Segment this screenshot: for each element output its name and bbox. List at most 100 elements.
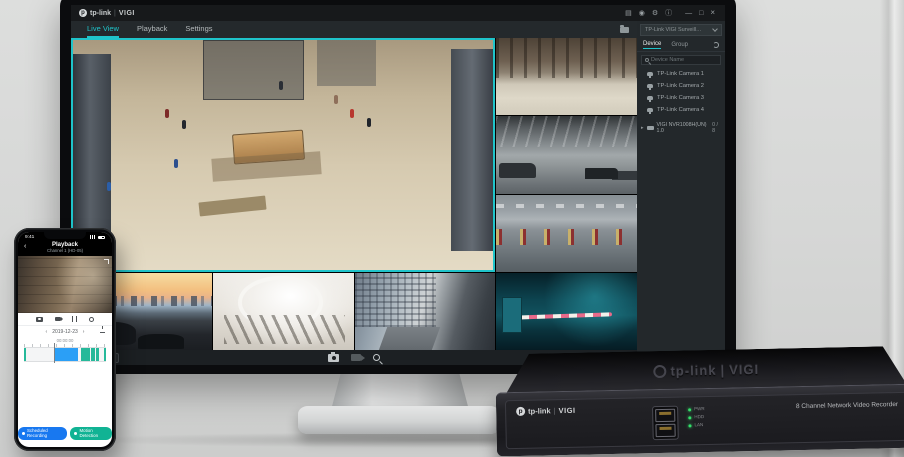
nvr-list-item[interactable]: ▸ VIGI NVR1008H(UN) 1.0 0 / 8: [637, 116, 725, 137]
app-body: Live View Playback Settings: [71, 21, 725, 365]
pause-icon[interactable]: [72, 316, 77, 322]
timeline-playhead[interactable]: [54, 343, 55, 363]
usb-ports: [652, 406, 679, 441]
restore-button[interactable]: □: [697, 10, 705, 17]
server-dropdown[interactable]: TP-Link VIGI Surveill…: [640, 24, 722, 36]
brand-name: tp-link: [90, 10, 111, 17]
device-sidebar: TP-Link VIGI Surveill… Device Group: [637, 21, 725, 365]
gear-icon[interactable]: ⚙: [650, 10, 660, 17]
legend-dot-icon: [74, 432, 77, 435]
usb-port-icon: [655, 409, 675, 422]
scene-prop: [174, 159, 178, 168]
tab-playback[interactable]: Playback: [137, 21, 167, 38]
server-dropdown-label: TP-Link VIGI Surveill…: [645, 27, 702, 33]
phone-notch: [44, 232, 86, 239]
led-indicators: PWR HDD LAN: [688, 407, 705, 428]
zoom-icon[interactable]: [373, 354, 380, 361]
titlebar: p tp-link | VIGI ▤ ◉ ⚙ ⓘ — □ ×: [71, 5, 725, 21]
camera-list-item-3[interactable]: TP-Link Camera 3: [637, 92, 725, 104]
camera-feed-parking[interactable]: [496, 195, 637, 272]
prev-date-button[interactable]: ‹: [46, 329, 48, 335]
status-icon[interactable]: ◉: [637, 10, 647, 17]
timeline-clock: 00:00:00: [18, 338, 112, 343]
snapshot-icon[interactable]: [36, 317, 43, 322]
camera-label: TP-Link Camera 4: [657, 107, 704, 113]
camera-feed-grand-hall[interactable]: [496, 38, 637, 115]
tp-link-logo-icon: p: [516, 407, 525, 416]
tab-live-view[interactable]: Live View: [87, 21, 119, 38]
product-name: VIGI: [119, 10, 135, 17]
scene-prop: [73, 54, 111, 256]
scene-prop: [367, 118, 371, 127]
scene-prop: [451, 49, 493, 251]
logo-divider: |: [554, 406, 556, 415]
camera-label: TP-Link Camera 1: [657, 71, 704, 77]
camera-label: TP-Link Camera 2: [657, 83, 704, 89]
phone-header: ‹ Playback Channel 1 (HD-05): [18, 241, 112, 256]
fullscreen-icon[interactable]: [104, 259, 109, 264]
minimize-button[interactable]: —: [683, 10, 694, 17]
tp-link-logo-icon: p: [79, 9, 87, 17]
camera-feed-garage[interactable]: [496, 116, 637, 193]
led-icon: [688, 416, 691, 419]
close-button[interactable]: ×: [708, 9, 717, 17]
camera-list-item-4[interactable]: TP-Link Camera 4: [637, 104, 725, 116]
scene-prop: [107, 182, 111, 191]
playback-timeline[interactable]: [24, 347, 106, 362]
nvr-label: VIGI NVR1008H(UN) 1.0: [657, 122, 708, 134]
nvr-device: tp-link | VIGI p tp-link | VIGI 8 Channe…: [495, 346, 904, 457]
audio-icon[interactable]: [89, 317, 94, 322]
nav-bar: Live View Playback Settings: [71, 21, 637, 38]
scene-prop: [165, 109, 169, 118]
product-name: VIGI: [558, 406, 575, 415]
nvr-icon: [647, 126, 654, 130]
recording-segment: [104, 348, 106, 361]
playback-controls: [18, 313, 112, 326]
camera-feed-main-museum[interactable]: [71, 38, 495, 272]
led-row: LAN: [688, 423, 705, 428]
camera-list-item-2[interactable]: TP-Link Camera 2: [637, 80, 725, 92]
camera-list-item-1[interactable]: TP-Link Camera 1: [637, 68, 725, 80]
camera-icon: [647, 108, 653, 112]
toolbar-center-group: [328, 354, 380, 362]
led-label: LAN: [694, 423, 703, 428]
current-date: 2019-12-23: [52, 329, 78, 335]
nvr-panel-inset: p tp-link | VIGI 8 Channel Network Video…: [505, 392, 904, 449]
search-input[interactable]: [651, 57, 717, 63]
playback-video[interactable]: [18, 256, 112, 313]
back-button[interactable]: ‹: [24, 243, 26, 250]
refresh-icon[interactable]: [713, 42, 719, 48]
vigi-app-window: p tp-link | VIGI ▤ ◉ ⚙ ⓘ — □ × Live View…: [71, 5, 725, 365]
led-row: PWR: [688, 407, 705, 412]
logo-divider: |: [720, 362, 725, 377]
next-date-button[interactable]: ›: [83, 329, 85, 335]
camera-feed-white-museum[interactable]: [213, 273, 354, 350]
vigi-mobile-app: 9:41 ‹ Playback Channel 1 (HD-05): [18, 232, 112, 447]
scene-prop: [334, 95, 338, 104]
scheduled-recording-badge: Scheduled Recording: [18, 427, 67, 440]
tab-device[interactable]: Device: [643, 41, 661, 49]
folder-icon[interactable]: [620, 27, 629, 33]
expand-arrow-icon[interactable]: ▸: [641, 125, 644, 131]
camera-feed-barrier[interactable]: [496, 273, 637, 350]
camera-label: TP-Link Camera 3: [657, 95, 704, 101]
download-icon[interactable]: [100, 329, 105, 333]
info-icon[interactable]: ⓘ: [663, 10, 674, 17]
record-icon[interactable]: [351, 354, 361, 361]
recording-segment: [24, 348, 26, 361]
record-icon[interactable]: [55, 317, 61, 322]
device-search[interactable]: [641, 55, 721, 65]
brand-name: tp-link: [670, 362, 716, 378]
tab-group[interactable]: Group: [671, 42, 688, 49]
recording-segment: [96, 348, 99, 361]
layout-icon[interactable]: ▤: [623, 10, 634, 17]
camera-grid: [71, 38, 637, 350]
snapshot-icon[interactable]: [328, 354, 339, 362]
camera-feed-street[interactable]: [355, 273, 496, 350]
nvr-top-logo: tp-link | VIGI: [653, 361, 759, 378]
recording-segment: [81, 348, 89, 361]
scene-prop: [350, 109, 354, 118]
tp-link-logo-icon: [653, 364, 666, 377]
sidebar-tabs: Device Group: [637, 38, 725, 52]
tab-settings[interactable]: Settings: [185, 21, 212, 38]
